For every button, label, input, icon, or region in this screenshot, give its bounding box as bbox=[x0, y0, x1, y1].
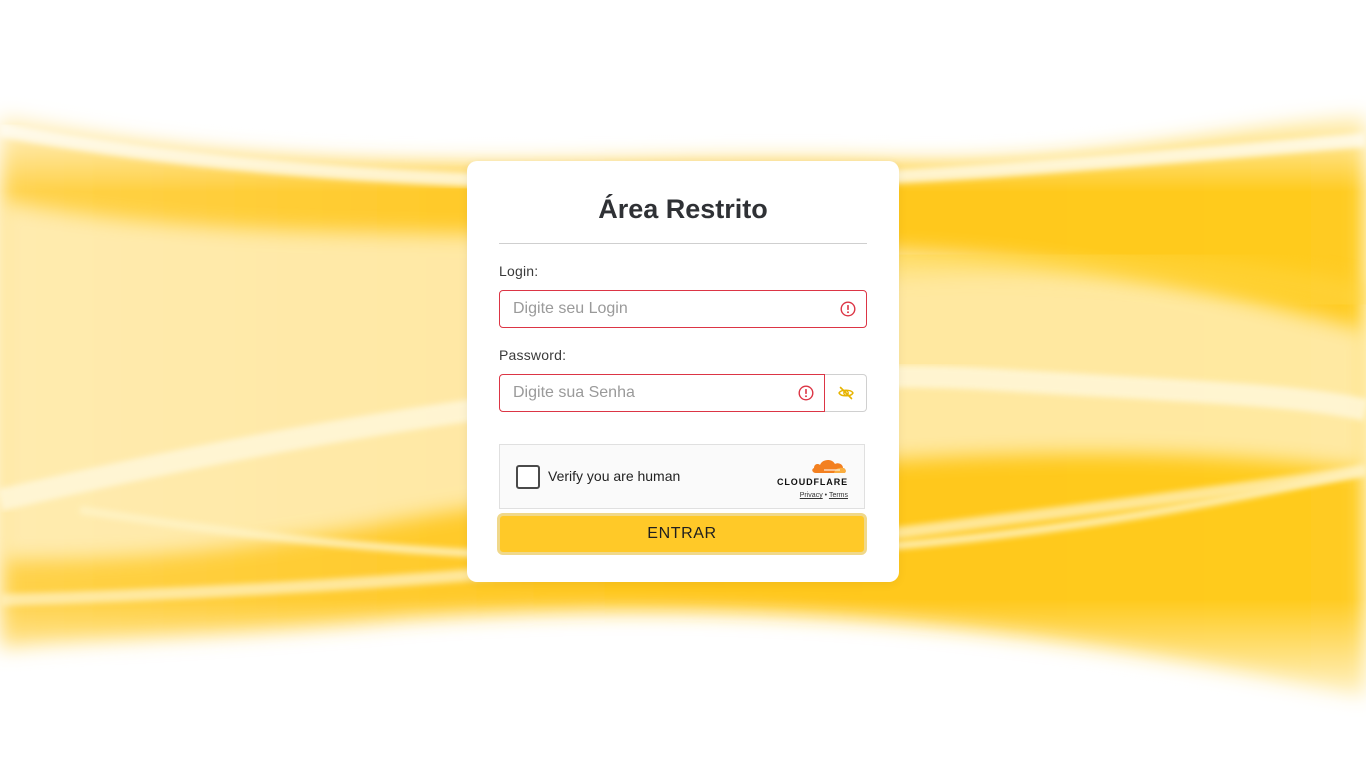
captcha-label: Verify you are human bbox=[548, 468, 681, 484]
password-field bbox=[499, 374, 825, 412]
eye-slash-icon bbox=[837, 386, 854, 400]
login-input[interactable] bbox=[500, 291, 866, 327]
cloudflare-wordmark: CLOUDFLARE bbox=[777, 477, 848, 487]
captcha-checkbox[interactable] bbox=[516, 465, 540, 489]
toggle-password-visibility-button[interactable] bbox=[825, 374, 867, 412]
privacy-link[interactable]: Privacy bbox=[800, 492, 823, 499]
password-input-group bbox=[499, 374, 867, 412]
password-label: Password: bbox=[499, 347, 567, 363]
password-input[interactable] bbox=[500, 375, 824, 411]
login-card: Área Restrito Login: Password: bbox=[467, 161, 899, 582]
submit-button[interactable]: ENTRAR bbox=[497, 513, 867, 555]
cloudflare-cloud-icon bbox=[812, 459, 846, 473]
login-input-group bbox=[499, 290, 867, 328]
cloudflare-logo: CLOUDFLARE Privacy • Terms bbox=[774, 457, 848, 499]
terms-link[interactable]: Terms bbox=[829, 492, 848, 499]
captcha-links: Privacy • Terms bbox=[774, 492, 848, 499]
error-circle-icon bbox=[798, 385, 814, 401]
login-label: Login: bbox=[499, 263, 539, 279]
cloudflare-captcha: Verify you are human CLOUDFLARE Privacy … bbox=[499, 444, 865, 509]
page-title: Área Restrito bbox=[598, 194, 768, 224]
error-circle-icon bbox=[840, 301, 856, 317]
login-field bbox=[499, 290, 867, 328]
title-divider bbox=[499, 243, 867, 244]
links-separator: • bbox=[824, 492, 828, 499]
